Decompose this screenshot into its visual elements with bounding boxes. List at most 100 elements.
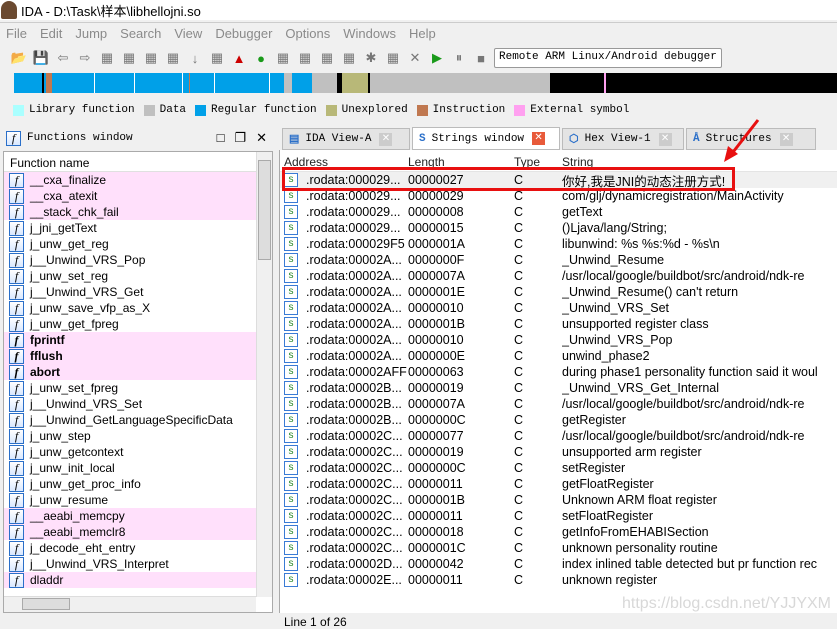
menu-options[interactable]: Options — [285, 26, 330, 41]
string-row[interactable]: s .rodata:00002C... 00000011 CgetFloatRegis… — [280, 476, 837, 492]
debugger-select[interactable]: Remote ARM Linux/Android debugger — [494, 48, 722, 68]
lock-icon[interactable]: ▦ — [208, 49, 226, 67]
string-row[interactable]: s .rodata:000029F5 0000001A Clibunwind: %s … — [280, 236, 837, 252]
string-row[interactable]: s .rodata:00002C... 00000019 Cunsupported a… — [280, 444, 837, 460]
close-icon[interactable]: ✕ — [406, 49, 424, 67]
string-row[interactable]: s .rodata:00002C... 00000011 CsetFloatRegis… — [280, 508, 837, 524]
menu-jump[interactable]: Jump — [75, 26, 107, 41]
function-list-item[interactable]: f j_unw_get_reg — [4, 236, 256, 252]
function-list-item[interactable]: f j_unw_save_vfp_as_X — [4, 300, 256, 316]
vertical-scrollbar[interactable] — [256, 152, 272, 597]
function-list-item[interactable]: f __aeabi_memcpy — [4, 508, 256, 524]
star-icon[interactable]: ✱ — [362, 49, 380, 67]
function-list-item[interactable]: f j_unw_getcontext — [4, 444, 256, 460]
forward-icon[interactable]: ⇨ — [76, 49, 94, 67]
function-list-item[interactable]: f j_unw_set_fpreg — [4, 380, 256, 396]
data-icon[interactable]: ▦ — [296, 49, 314, 67]
function-list-item[interactable]: f j__Unwind_VRS_Pop — [4, 252, 256, 268]
function-list-item[interactable]: f j__Unwind_GetLanguageSpecificData — [4, 412, 256, 428]
tab-close-icon[interactable]: ✕ — [532, 132, 546, 145]
warning-icon[interactable]: ▲ — [230, 49, 248, 67]
restore-icon[interactable]: ❐ — [234, 131, 256, 146]
function-list-item[interactable]: f __stack_chk_fail — [4, 204, 256, 220]
function-list-item[interactable]: f j_unw_get_proc_info — [4, 476, 256, 492]
string-row[interactable]: s .rodata:00002E... 00000011 Cunknown regis… — [280, 572, 837, 588]
edit-icon[interactable]: ▦ — [384, 49, 402, 67]
back-icon[interactable]: ⇦ — [54, 49, 72, 67]
menu-help[interactable]: Help — [409, 26, 436, 41]
play-icon[interactable]: ▶ — [428, 49, 446, 67]
menu-edit[interactable]: Edit — [40, 26, 62, 41]
function-list-item[interactable]: f fflush — [4, 348, 256, 364]
function-list-item[interactable]: f j__Unwind_VRS_Get — [4, 284, 256, 300]
pause-icon[interactable]: ⏸ — [450, 49, 468, 67]
string-row[interactable]: s .rodata:00002C... 0000000C CsetRegister — [280, 460, 837, 476]
menu-search[interactable]: Search — [120, 26, 161, 41]
string-row[interactable]: s .rodata:00002B... 00000019 C _Unwind_VRS_G… — [280, 380, 837, 396]
function-list-item[interactable]: f dladdr — [4, 572, 256, 588]
tab-close-icon[interactable]: ✕ — [379, 132, 393, 146]
string-row[interactable]: s .rodata:00002C... 0000001B C Unknown ARM f… — [280, 492, 837, 508]
save-icon[interactable]: 💾 — [32, 49, 50, 67]
function-list-item[interactable]: f j_decode_eht_entry — [4, 540, 256, 556]
tab-ida-view-a[interactable]: ▤ IDA View-A ✕ — [282, 128, 410, 150]
string-row[interactable]: s .rodata:00002A... 00000010 C _Unwind_VRS_P… — [280, 332, 837, 348]
function-list-item[interactable]: f j_unw_step — [4, 428, 256, 444]
function-list-item[interactable]: f j__Unwind_VRS_Set — [4, 396, 256, 412]
function-list-item[interactable]: f __aeabi_memclr8 — [4, 524, 256, 540]
string-row[interactable]: s .rodata:00002A... 0000000F C _Unwind_Resum… — [280, 252, 837, 268]
string-row[interactable]: s .rodata:00002A... 0000001E C _Unwind_Resum… — [280, 284, 837, 300]
text-icon[interactable]: ▦ — [120, 49, 138, 67]
function-list-item[interactable]: f j__Unwind_VRS_Interpret — [4, 556, 256, 572]
navigation-band[interactable] — [14, 73, 837, 93]
string-row[interactable]: s .rodata:00002A... 00000010 C _Unwind_VRS_S… — [280, 300, 837, 316]
string-row[interactable]: s .rodata:00002C... 00000077 C/usr/local/go… — [280, 428, 837, 444]
tab-strings-window[interactable]: S Strings window ✕ — [412, 127, 560, 150]
function-list-item[interactable]: f abort — [4, 364, 256, 380]
string-row[interactable]: s .rodata:00002C... 00000018 CgetInfoFromEH… — [280, 524, 837, 540]
menu-windows[interactable]: Windows — [343, 26, 396, 41]
string-icon[interactable]: ▦ — [318, 49, 336, 67]
hex-icon[interactable]: ▦ — [142, 49, 160, 67]
string-row[interactable]: s .rodata:000029... 00000015 C ()Ljava/lang/… — [280, 220, 837, 236]
function-list-item[interactable]: f j_unw_init_local — [4, 460, 256, 476]
length-cell: 00000010 — [408, 333, 514, 347]
tab-close-icon[interactable]: ✕ — [658, 132, 672, 146]
function-name: j_unw_get_fpreg — [30, 317, 119, 331]
tab-close-icon[interactable]: ✕ — [779, 132, 793, 146]
string-row[interactable]: s .rodata:00002C... 0000001C Cunknown perso… — [280, 540, 837, 556]
close-icon[interactable]: ✕ — [256, 131, 277, 146]
string-row[interactable]: s .rodata:00002D... 00000042 Cindex inlined… — [280, 556, 837, 572]
tab-hex-view-1[interactable]: ⬡ Hex View-1 ✕ — [562, 128, 684, 150]
menu-debugger[interactable]: Debugger — [215, 26, 272, 41]
column-header-function-name[interactable]: Function name — [4, 152, 272, 172]
struct-icon[interactable]: ▦ — [340, 49, 358, 67]
open-icon[interactable]: 📂 — [10, 49, 28, 67]
function-list-item[interactable]: f __cxa_atexit — [4, 188, 256, 204]
stop-icon[interactable]: ■ — [472, 49, 490, 67]
run-green-icon[interactable]: ● — [252, 49, 270, 67]
function-list-item[interactable]: f j_jni_getText — [4, 220, 256, 236]
string-row[interactable]: s .rodata:00002B... 0000000C CgetRegister — [280, 412, 837, 428]
code-icon[interactable]: ▦ — [274, 49, 292, 67]
type-value: C — [514, 429, 524, 443]
function-list-item[interactable]: f __cxa_finalize — [4, 172, 256, 188]
horizontal-scrollbar[interactable] — [4, 596, 256, 612]
down-icon[interactable]: ↓ — [186, 49, 204, 67]
address-value: .rodata:00002A... — [306, 253, 402, 267]
maximize-icon[interactable]: □ — [217, 131, 235, 146]
string-row[interactable]: s .rodata:00002A... 0000000E Cunwind_phase2 — [280, 348, 837, 364]
string-row[interactable]: s .rodata:00002A... 0000007A C/usr/local/go… — [280, 268, 837, 284]
function-list-item[interactable]: f j_unw_set_reg — [4, 268, 256, 284]
script-icon[interactable]: ▦ — [164, 49, 182, 67]
function-list-item[interactable]: f j_unw_resume — [4, 492, 256, 508]
function-list-item[interactable]: f j_unw_get_fpreg — [4, 316, 256, 332]
function-list-item[interactable]: f fprintf — [4, 332, 256, 348]
jump-icon[interactable]: ▦ — [98, 49, 116, 67]
string-row[interactable]: s .rodata:00002A... 0000001B Cunsupported r… — [280, 316, 837, 332]
menu-view[interactable]: View — [174, 26, 202, 41]
menu-file[interactable]: File — [6, 26, 27, 41]
string-row[interactable]: s .rodata:00002B... 0000007A C/usr/local/go… — [280, 396, 837, 412]
string-row[interactable]: s .rodata:000029... 00000008 CgetText — [280, 204, 837, 220]
string-row[interactable]: s .rodata:00002AFF 00000063 Cduring phase1 … — [280, 364, 837, 380]
